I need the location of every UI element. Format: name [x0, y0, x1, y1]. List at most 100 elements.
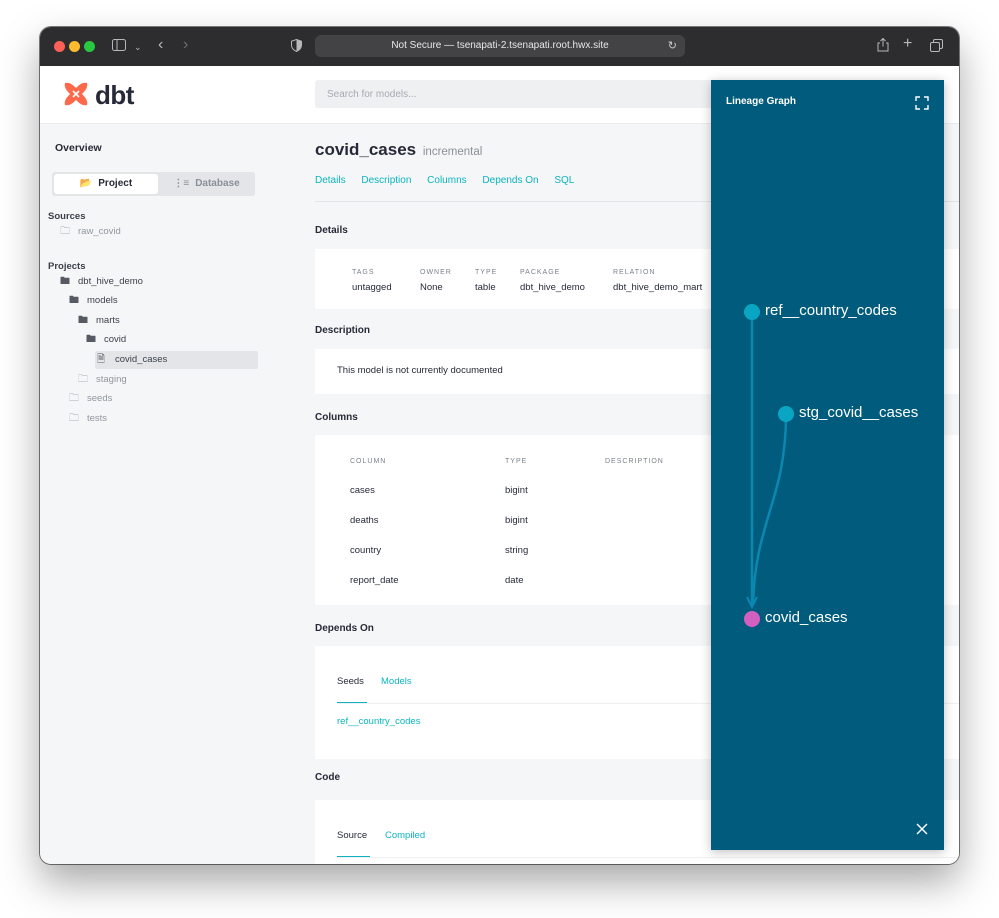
project-database-toggle: 📂 Project ⋮≡ Database — [52, 172, 255, 196]
type-label: TYPE — [475, 269, 498, 276]
column-header-name: COLUMN — [350, 458, 387, 465]
folder-icon: 🗀 — [69, 413, 79, 424]
sidebar-item-models[interactable]: 🖿 models — [69, 292, 118, 310]
projects-heading: Projects — [48, 261, 86, 272]
sidebar-item-label: staging — [96, 374, 127, 385]
relation-value: dbt_hive_demo_mart — [613, 282, 703, 293]
tab-overview-icon[interactable] — [930, 39, 943, 54]
lineage-graph-panel[interactable]: Lineage Graph ref__country_codes stg_cov… — [711, 80, 944, 850]
tab-columns[interactable]: Columns — [427, 175, 466, 186]
tab-project-label: Project — [98, 178, 133, 189]
folder-open-icon: 🖿 — [86, 334, 96, 345]
minimize-window-button[interactable] — [69, 41, 80, 52]
description-text: This model is not currently documented — [337, 365, 503, 376]
logo-text: dbt — [95, 80, 134, 110]
description-heading: Description — [315, 325, 371, 336]
code-heading: Code — [315, 772, 340, 783]
sidebar-item-label: covid_cases — [115, 354, 168, 365]
sources-heading: Sources — [48, 211, 86, 222]
sidebar-item-staging[interactable]: 🗀 staging — [78, 371, 127, 389]
tags-value: untagged — [352, 282, 392, 293]
back-icon[interactable]: ‹ — [158, 37, 163, 53]
node-covid-cases — [744, 611, 760, 627]
package-label: PACKAGE — [520, 269, 561, 276]
sidebar-item-tests[interactable]: 🗀 tests — [69, 410, 107, 428]
owner-label: OWNER — [420, 269, 452, 276]
tab-depends-on[interactable]: Depends On — [482, 175, 538, 186]
sidebar-item-label: marts — [96, 315, 120, 326]
close-window-button[interactable] — [54, 41, 65, 52]
tags-label: TAGS — [352, 269, 375, 276]
tab-details[interactable]: Details — [315, 175, 346, 186]
node-label-stg-covid-cases[interactable]: stg_covid__cases — [799, 404, 918, 421]
folder-open-icon: 📂 — [79, 178, 93, 189]
sidebar-toggle-icon[interactable] — [112, 39, 126, 53]
tab-database-label: Database — [195, 178, 240, 189]
type-value: table — [475, 282, 496, 293]
column-type: date — [505, 575, 524, 586]
column-type: bigint — [505, 485, 528, 496]
node-stg-covid-cases — [778, 406, 794, 422]
folder-open-icon: 🖿 — [69, 295, 79, 306]
depends-on-heading: Depends On — [315, 623, 374, 634]
database-tree-icon: ⋮≡ — [173, 178, 190, 189]
chevron-down-icon[interactable]: ⌄ — [134, 40, 142, 54]
sidebar: Overview 📂 Project ⋮≡ Database Sources 🗀 ra… — [40, 124, 280, 864]
column-name: deaths — [350, 515, 379, 526]
relation-label: RELATION — [613, 269, 656, 276]
tab-compiled[interactable]: Compiled — [385, 830, 425, 841]
dbt-logo-icon[interactable] — [62, 80, 90, 113]
sidebar-item-label: covid — [104, 334, 127, 345]
columns-heading: Columns — [315, 412, 358, 423]
sidebar-item-seeds[interactable]: 🗀 seeds — [69, 390, 112, 408]
address-bar[interactable]: Not Secure — tsenapati-2.tsenapati.root.… — [315, 35, 685, 57]
materialization-label: incremental — [422, 146, 483, 158]
node-label-covid-cases[interactable]: covid_cases — [765, 609, 848, 626]
page-title: covid_cases incremental — [315, 140, 482, 160]
tab-source[interactable]: Source — [337, 830, 367, 841]
sidebar-item-covid[interactable]: 🖿 covid — [86, 331, 126, 349]
package-value: dbt_hive_demo — [520, 282, 585, 293]
column-name: cases — [350, 485, 375, 496]
new-tab-icon[interactable]: + — [903, 36, 912, 52]
edge-stg-covid-cases-to-covid-cases — [751, 413, 788, 606]
column-name: country — [350, 545, 382, 556]
tab-project[interactable]: 📂 Project — [54, 174, 158, 194]
zoom-window-button[interactable] — [84, 41, 95, 52]
sidebar-item-dbt-hive-demo[interactable]: 🖿 dbt_hive_demo — [60, 273, 143, 291]
sidebar-item-covid-cases-row[interactable]: 🗎 covid_cases — [95, 351, 258, 369]
close-icon[interactable] — [916, 822, 928, 840]
sidebar-item-label: seeds — [87, 393, 113, 404]
dependency-link[interactable]: ref__country_codes — [337, 716, 420, 727]
sidebar-item-label: dbt_hive_demo — [78, 276, 143, 287]
node-label-ref-country-codes[interactable]: ref__country_codes — [765, 302, 897, 319]
sidebar-item-marts[interactable]: 🖿 marts — [78, 312, 120, 330]
tab-models[interactable]: Models — [381, 676, 412, 687]
column-type: bigint — [505, 515, 528, 526]
column-header-description: DESCRIPTION — [605, 458, 664, 465]
folder-open-icon: 🖿 — [78, 315, 88, 326]
forward-icon[interactable]: › — [183, 37, 188, 53]
sidebar-item-label: tests — [87, 413, 108, 424]
owner-value: None — [420, 282, 443, 293]
url-text: Not Secure — tsenapati-2.tsenapati.root.… — [391, 40, 609, 51]
reload-icon[interactable]: ↻ — [668, 35, 677, 57]
node-ref-country-codes — [744, 304, 760, 320]
privacy-shield-icon[interactable] — [291, 38, 302, 54]
folder-open-icon: 🖿 — [60, 276, 70, 287]
tab-description[interactable]: Description — [361, 175, 411, 186]
tab-sql[interactable]: SQL — [554, 175, 574, 186]
lineage-edges — [744, 304, 794, 627]
overview-link[interactable]: Overview — [55, 142, 102, 154]
folder-icon: 🗀 — [78, 374, 88, 385]
search-input[interactable]: Search for models... — [315, 80, 715, 108]
tab-database[interactable]: ⋮≡ Database — [160, 174, 253, 194]
tab-seeds[interactable]: Seeds — [337, 676, 364, 687]
sidebar-item-raw-covid[interactable]: 🗀 raw_covid — [60, 223, 121, 241]
section-tabs: Details Description Columns Depends On S… — [315, 175, 587, 186]
column-type: string — [505, 545, 529, 556]
share-icon[interactable] — [877, 37, 889, 54]
browser-toolbar: ⌄ ‹ › Not Secure — tsenapati-2.tsenapati… — [40, 27, 959, 66]
details-heading: Details — [315, 225, 348, 236]
model-name: covid_cases — [315, 140, 417, 159]
